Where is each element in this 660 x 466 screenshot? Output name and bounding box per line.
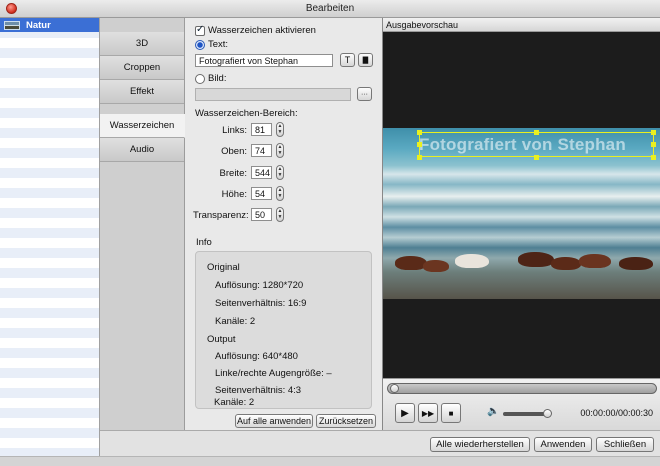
- resize-handle[interactable]: [534, 155, 539, 160]
- transparenz-stepper[interactable]: ▲ ▼: [276, 207, 284, 222]
- resize-handle[interactable]: [534, 130, 539, 135]
- original-channels: Kanäle: 2: [215, 316, 256, 327]
- apply-to-all-button[interactable]: Auf alle anwenden: [235, 414, 313, 428]
- tab-effekt[interactable]: Effekt: [100, 80, 184, 104]
- info-title: Info: [196, 237, 212, 248]
- timeline-slider[interactable]: [387, 383, 657, 394]
- tab-audio-label: Audio: [129, 144, 155, 155]
- play-button[interactable]: ▶: [395, 403, 415, 423]
- image-option-row[interactable]: Bild:: [195, 73, 226, 84]
- hoehe-input[interactable]: 54: [251, 187, 272, 200]
- browse-icon: ···: [361, 90, 368, 98]
- fast-forward-icon: ▶▶: [421, 408, 435, 418]
- file-list-item[interactable]: Natur: [0, 18, 99, 32]
- volume-icon[interactable]: 🔈: [487, 406, 499, 417]
- output-aspect-ratio: Seitenverhältnis: 4:3: [215, 385, 302, 396]
- resize-handle[interactable]: [651, 130, 656, 135]
- tab-wasserzeichen[interactable]: Wasserzeichen: [100, 114, 185, 138]
- watermark-selection-box[interactable]: [419, 132, 654, 157]
- window-title: Bearbeiten: [305, 3, 355, 14]
- hoehe-stepper[interactable]: ▲ ▼: [276, 186, 284, 201]
- restore-all-button[interactable]: Alle wiederherstellen: [430, 437, 530, 452]
- resize-handle[interactable]: [417, 142, 422, 147]
- fast-forward-button[interactable]: ▶▶: [418, 403, 438, 423]
- breite-input[interactable]: 544: [251, 166, 272, 179]
- watermark-area-heading: Wasserzeichen-Bereich:: [195, 108, 298, 119]
- edit-tabs: 3D Croppen Effekt Wasserzeichen Audio: [100, 18, 185, 430]
- output-preview: Ausgabevorschau Fotografiert von Stephan…: [382, 18, 660, 430]
- watermark-settings-panel: Wasserzeichen aktivieren Text: Fotografi…: [185, 18, 382, 430]
- info-box: Original Auflösung: 1280*720 Seitenverhä…: [195, 251, 372, 409]
- title-bar: Bearbeiten: [0, 0, 660, 18]
- output-eye-size: Linke/rechte Augengröße: –: [215, 368, 332, 379]
- bottom-bar: Alle wiederherstellen Anwenden Schließen: [100, 430, 660, 456]
- tab-3d-label: 3D: [135, 38, 149, 49]
- links-input[interactable]: 81: [251, 123, 272, 136]
- breite-label: Breite:: [219, 168, 247, 179]
- output-resolution: Auflösung: 640*480: [215, 351, 298, 362]
- watermark-image-path-input[interactable]: [195, 88, 351, 101]
- color-icon: ▇: [362, 57, 369, 64]
- tab-croppen[interactable]: Croppen: [100, 56, 184, 80]
- watermark-text-input[interactable]: Fotografiert von Stephan: [195, 54, 333, 67]
- close-button[interactable]: Schließen: [596, 437, 654, 452]
- resize-handle[interactable]: [417, 155, 422, 160]
- browse-image-button[interactable]: ···: [357, 87, 372, 101]
- watermark-area-label: Wasserzeichen-Bereich:: [195, 108, 298, 119]
- tab-3d[interactable]: 3D: [100, 32, 184, 56]
- tab-croppen-label: Croppen: [123, 62, 161, 73]
- oben-input[interactable]: 74: [251, 144, 272, 157]
- oben-label: Oben:: [221, 146, 247, 157]
- stop-icon: ■: [448, 408, 454, 418]
- enable-watermark-label: Wasserzeichen aktivieren: [208, 25, 316, 36]
- breite-stepper[interactable]: ▲ ▼: [276, 165, 284, 180]
- file-list[interactable]: Natur: [0, 18, 100, 456]
- horses-image: [383, 248, 660, 278]
- resize-handle[interactable]: [651, 142, 656, 147]
- tab-audio[interactable]: Audio: [100, 138, 184, 162]
- image-option-label: Bild:: [208, 73, 227, 84]
- color-settings-button[interactable]: ▇: [358, 53, 373, 67]
- time-display: 00:00:00/00:00:30: [580, 408, 653, 418]
- output-heading: Output: [207, 334, 236, 345]
- links-label: Links:: [222, 125, 247, 136]
- transparenz-input[interactable]: 50: [251, 208, 272, 221]
- output-channels: Kanäle: 2: [214, 397, 255, 408]
- resize-handle[interactable]: [651, 155, 656, 160]
- text-option-radio[interactable]: [195, 39, 205, 50]
- timeline-knob[interactable]: [390, 384, 399, 393]
- transparenz-label: Transparenz:: [193, 210, 249, 221]
- text-option-row[interactable]: Text:: [195, 39, 228, 50]
- playback-controls: ▶ ▶▶ ■ 🔈 00:00:00/00:00:30: [383, 378, 660, 430]
- font-icon: T: [344, 55, 351, 65]
- text-option-label: Text:: [208, 39, 229, 50]
- enable-watermark-checkbox[interactable]: [195, 24, 205, 36]
- status-strip: [0, 456, 660, 466]
- stop-button[interactable]: ■: [441, 403, 461, 423]
- links-stepper[interactable]: ▲ ▼: [276, 122, 284, 137]
- image-option-radio[interactable]: [195, 73, 205, 84]
- original-aspect-ratio: Seitenverhältnis: 16:9: [215, 298, 307, 309]
- preview-video: Fotografiert von Stephan: [383, 128, 660, 299]
- play-icon: ▶: [401, 407, 409, 419]
- preview-title: Ausgabevorschau: [383, 18, 660, 32]
- enable-watermark-row[interactable]: Wasserzeichen aktivieren: [195, 24, 316, 36]
- font-settings-button[interactable]: T: [340, 53, 355, 67]
- file-list-item-label: Natur: [26, 19, 51, 31]
- reset-button[interactable]: Zurücksetzen: [316, 414, 376, 428]
- resize-handle[interactable]: [417, 130, 422, 135]
- hoehe-label: Höhe:: [221, 189, 247, 200]
- original-heading: Original: [207, 262, 240, 273]
- volume-slider[interactable]: [503, 409, 552, 418]
- video-thumbnail-icon: [4, 20, 20, 30]
- tab-wasserzeichen-label: Wasserzeichen: [109, 120, 175, 131]
- tab-effekt-label: Effekt: [129, 86, 155, 97]
- oben-stepper[interactable]: ▲ ▼: [276, 143, 284, 158]
- original-resolution: Auflösung: 1280*720: [215, 280, 304, 291]
- apply-button[interactable]: Anwenden: [534, 437, 592, 452]
- volume-knob[interactable]: [542, 409, 552, 418]
